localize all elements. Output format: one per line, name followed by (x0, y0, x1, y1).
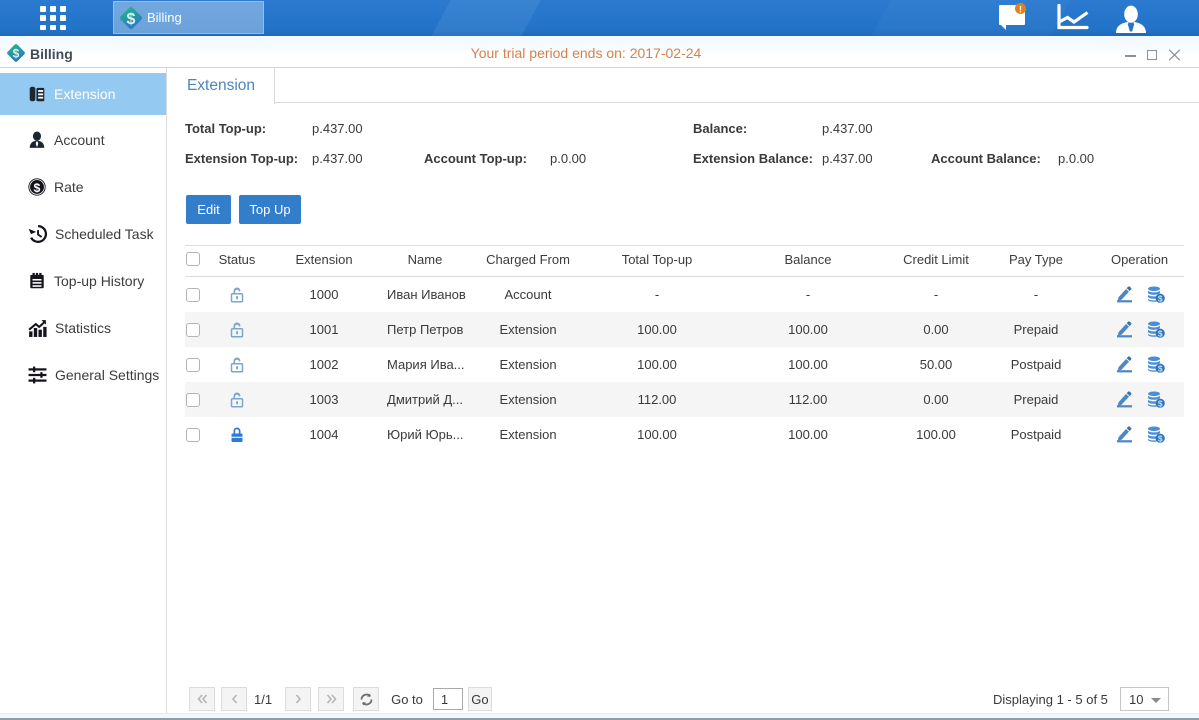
svg-text:$: $ (34, 180, 41, 194)
svg-text:$: $ (1157, 293, 1162, 303)
svg-text:!: ! (1019, 5, 1022, 15)
svg-text:$: $ (1157, 363, 1162, 373)
svg-text:$: $ (127, 11, 136, 28)
svg-text:$: $ (1157, 433, 1162, 443)
svg-text:$: $ (1157, 328, 1162, 338)
svg-text:$: $ (1157, 398, 1162, 408)
